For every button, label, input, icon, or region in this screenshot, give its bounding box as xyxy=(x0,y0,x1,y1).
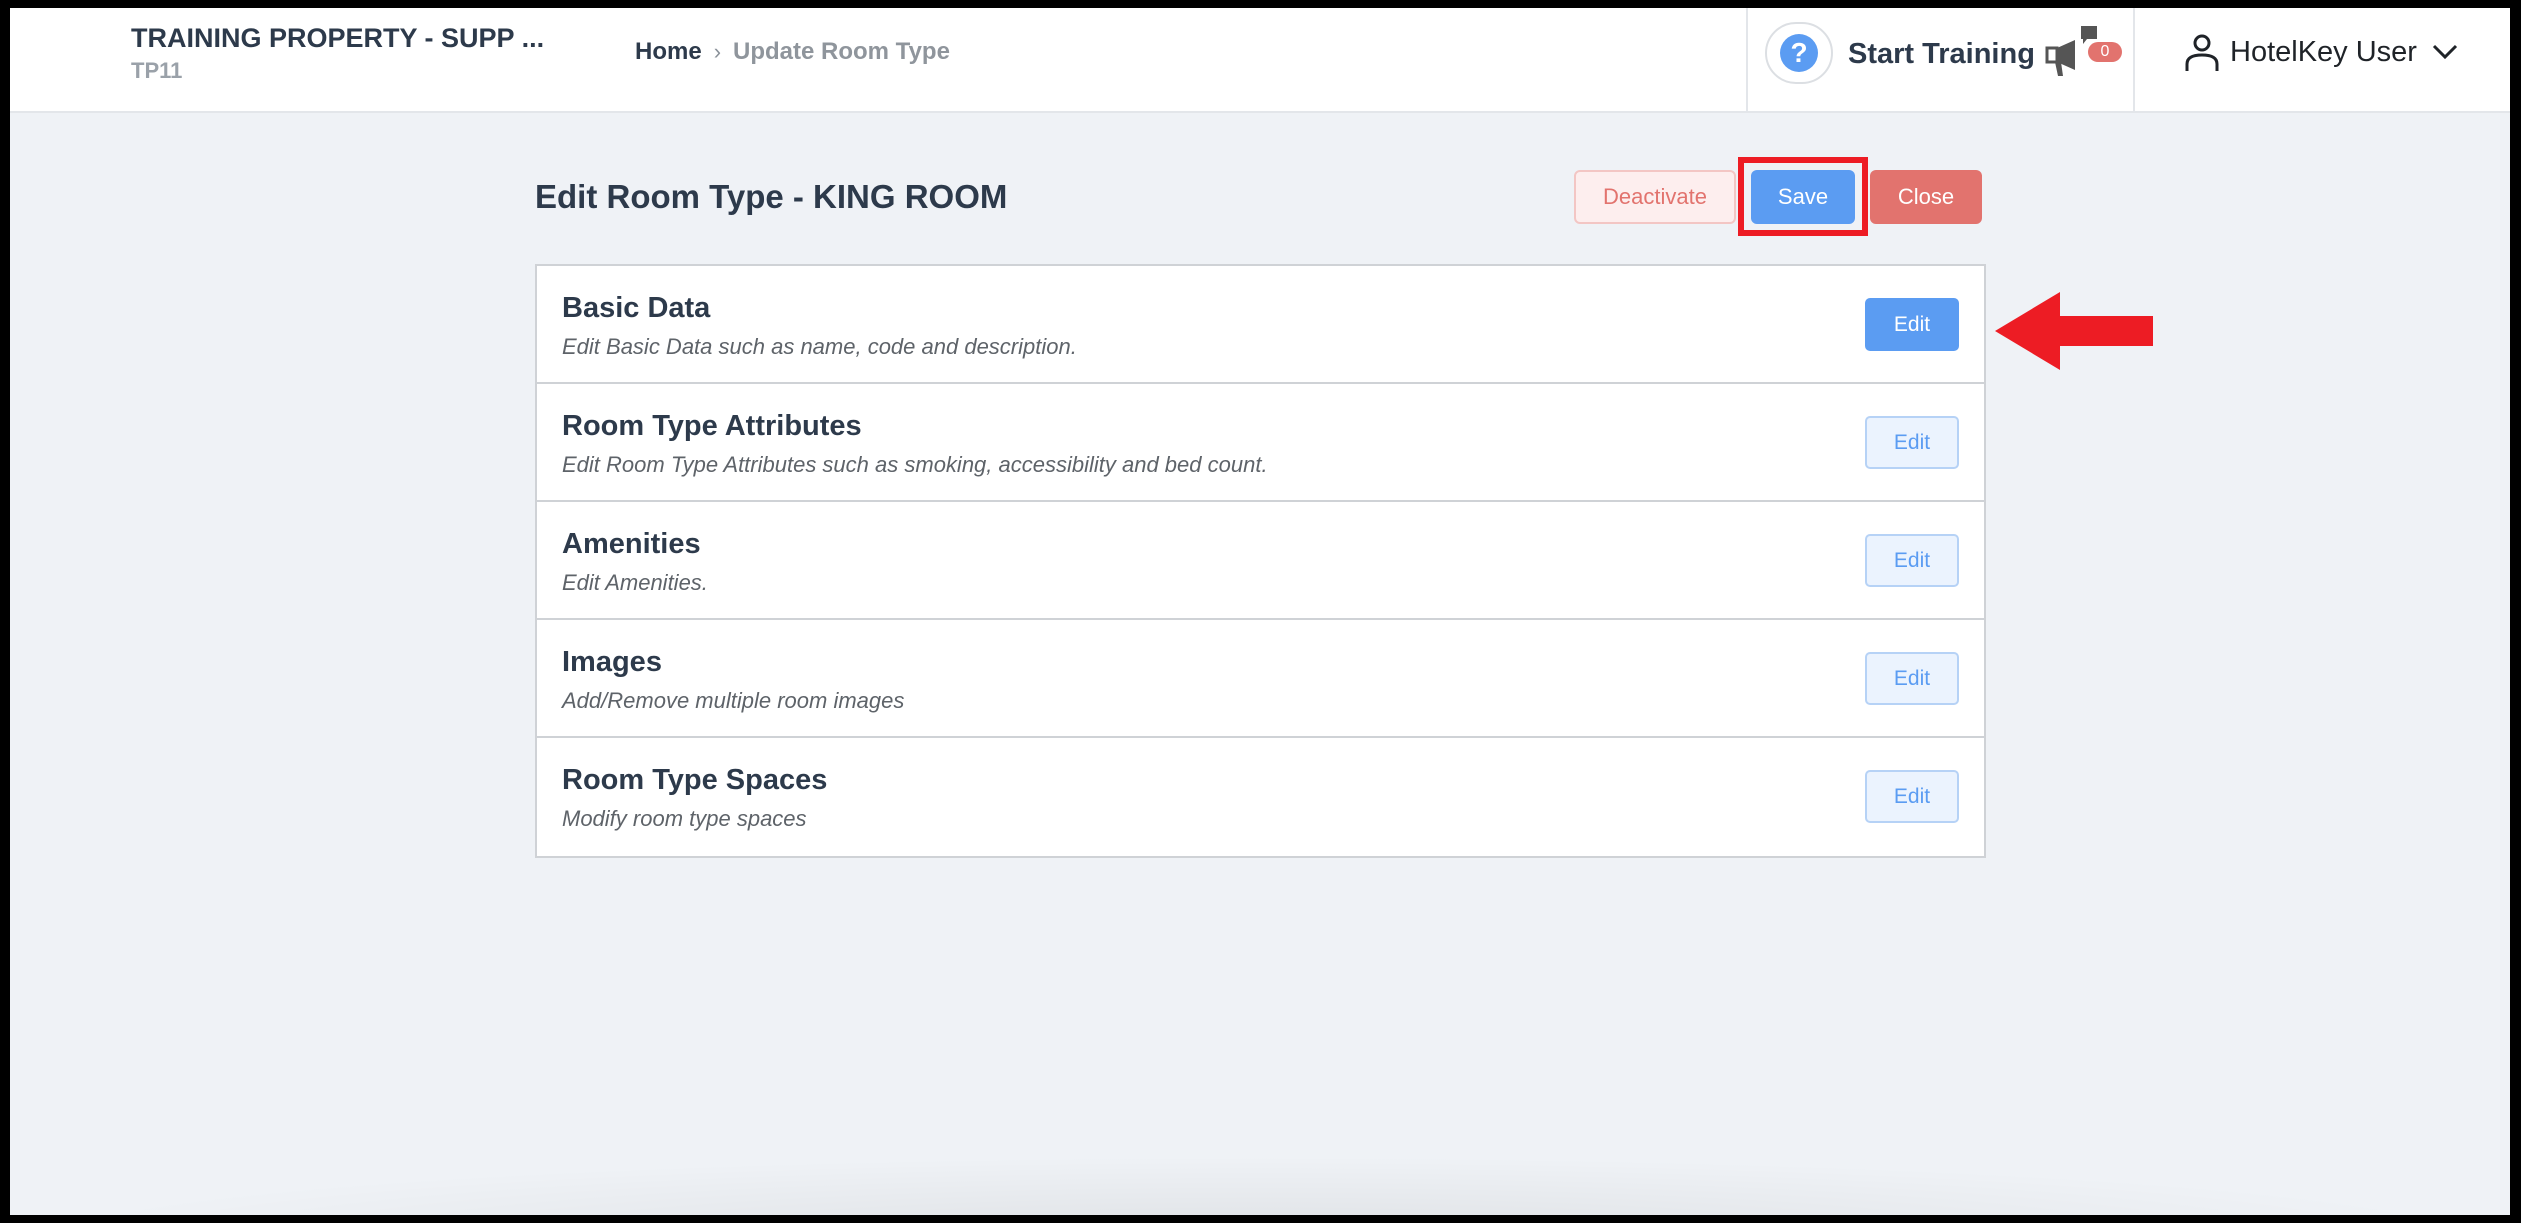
section-amenities: Amenities Edit Amenities. Edit xyxy=(537,502,1984,620)
help-button[interactable]: ? xyxy=(1765,22,1833,84)
header-divider xyxy=(2133,8,2135,111)
section-description: Modify room type spaces xyxy=(562,806,807,831)
section-title: Amenities xyxy=(562,528,701,560)
property-name[interactable]: TRAINING PROPERTY - SUPP ... xyxy=(131,23,544,54)
edit-room-type-attributes-button[interactable]: Edit xyxy=(1865,416,1959,469)
section-description: Edit Amenities. xyxy=(562,570,708,595)
breadcrumb-current: Update Room Type xyxy=(733,38,950,65)
section-title: Room Type Spaces xyxy=(562,764,828,796)
question-circle-icon: ? xyxy=(1780,34,1818,72)
start-training-link[interactable]: Start Training xyxy=(1848,38,2035,71)
section-title: Room Type Attributes xyxy=(562,410,862,442)
header-divider xyxy=(1746,8,1748,111)
edit-amenities-button[interactable]: Edit xyxy=(1865,534,1959,587)
section-list: Basic Data Edit Basic Data such as name,… xyxy=(535,264,1986,858)
user-icon xyxy=(2185,34,2219,71)
breadcrumb-separator-icon: › xyxy=(713,39,722,64)
section-description: Add/Remove multiple room images xyxy=(562,688,905,713)
annotation-arrow-icon xyxy=(1995,292,2153,370)
section-room-type-attributes: Room Type Attributes Edit Room Type Attr… xyxy=(537,384,1984,502)
edit-room-type-spaces-button[interactable]: Edit xyxy=(1865,770,1959,823)
edit-images-button[interactable]: Edit xyxy=(1865,652,1959,705)
app-window: TRAINING PROPERTY - SUPP ... TP11 Home ›… xyxy=(10,8,2510,1215)
user-menu[interactable]: HotelKey User xyxy=(2230,36,2417,69)
close-button[interactable]: Close xyxy=(1870,170,1982,224)
top-header: TRAINING PROPERTY - SUPP ... TP11 Home ›… xyxy=(10,8,2510,113)
section-title: Basic Data xyxy=(562,292,711,324)
breadcrumb: Home › Update Room Type xyxy=(635,38,950,66)
deactivate-button[interactable]: Deactivate xyxy=(1574,170,1736,224)
breadcrumb-home[interactable]: Home xyxy=(635,38,702,66)
section-room-type-spaces: Room Type Spaces Modify room type spaces… xyxy=(537,738,1984,856)
section-basic-data: Basic Data Edit Basic Data such as name,… xyxy=(537,266,1984,384)
edit-basic-data-button[interactable]: Edit xyxy=(1865,298,1959,351)
notification-badge: 0 xyxy=(2088,42,2122,62)
section-description: Edit Basic Data such as name, code and d… xyxy=(562,334,1077,359)
section-images: Images Add/Remove multiple room images E… xyxy=(537,620,1984,738)
page-title: Edit Room Type - KING ROOM xyxy=(535,178,1008,215)
section-description: Edit Room Type Attributes such as smokin… xyxy=(562,452,1268,477)
property-code: TP11 xyxy=(131,58,183,83)
section-title: Images xyxy=(562,646,662,678)
chevron-down-icon[interactable] xyxy=(2432,44,2458,60)
save-button[interactable]: Save xyxy=(1751,170,1855,224)
